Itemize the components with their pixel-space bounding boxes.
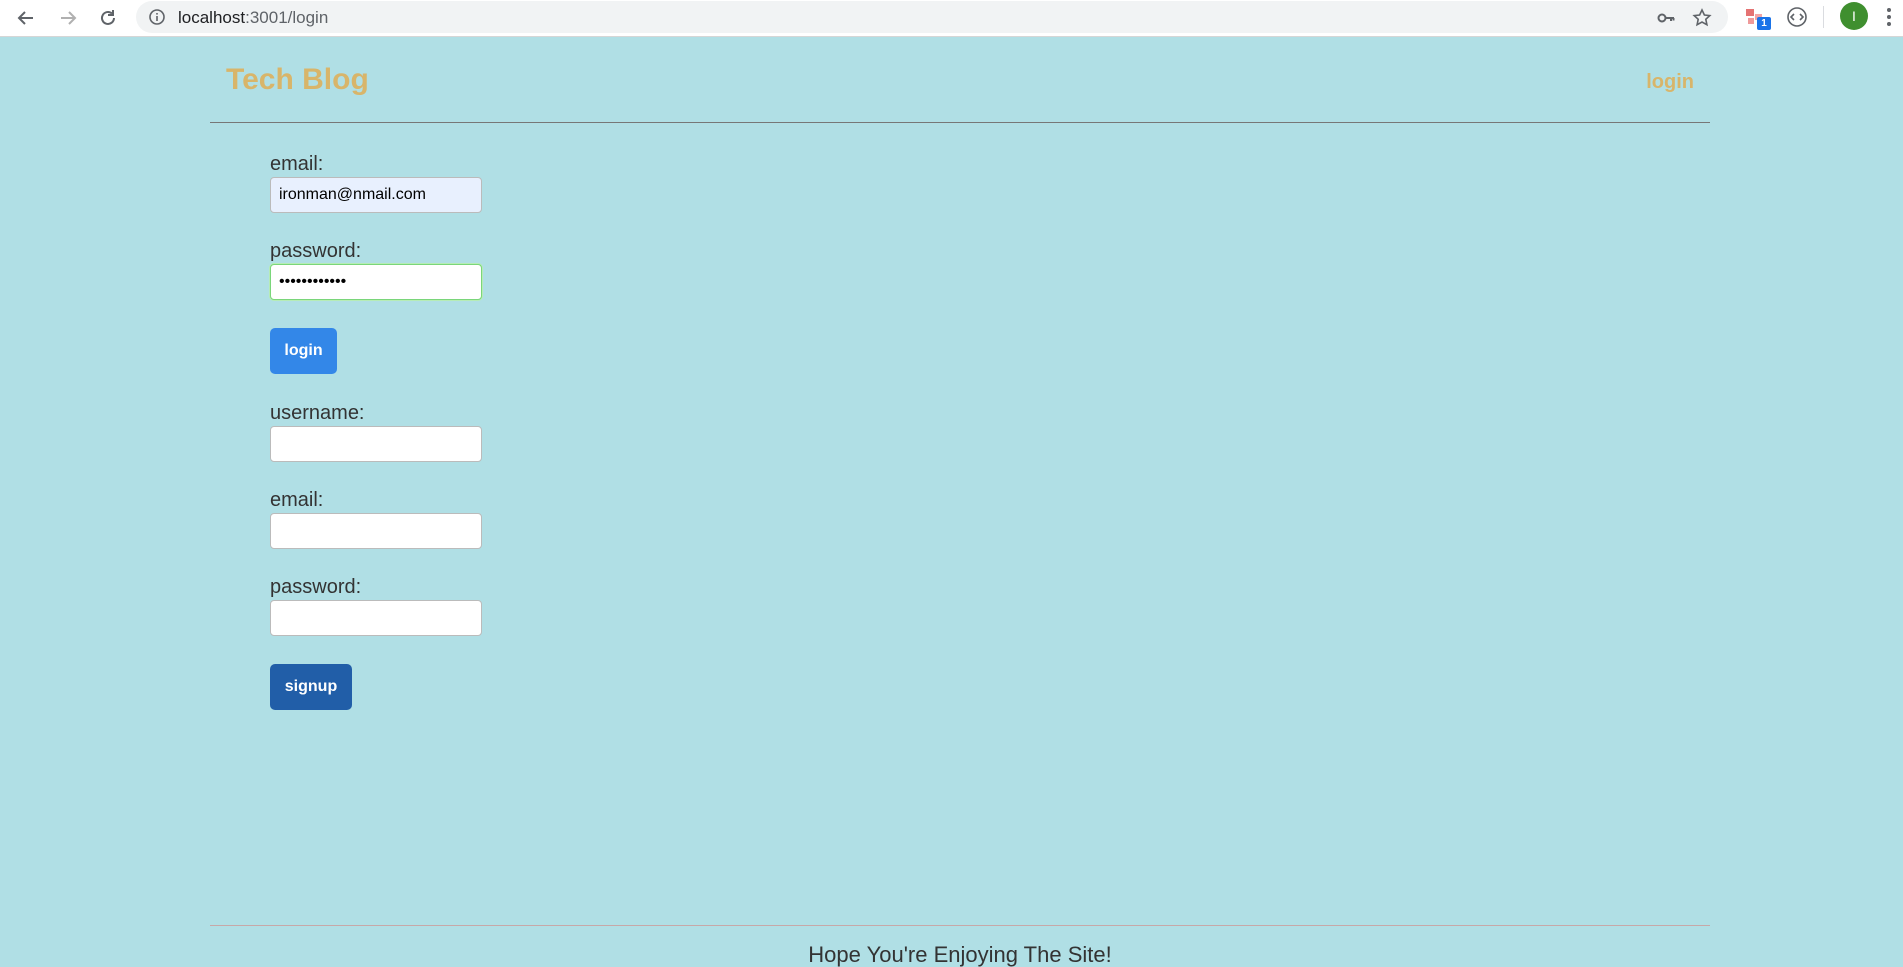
site-brand[interactable]: Tech Blog bbox=[226, 63, 369, 97]
signup-username-label: username: bbox=[270, 402, 365, 424]
login-email-input[interactable]: ironman@nmail.com bbox=[270, 177, 482, 213]
footer-divider bbox=[210, 925, 1710, 926]
browser-toolbar: localhost:3001/login 1 I bbox=[0, 0, 1903, 37]
signup-username-input[interactable] bbox=[270, 426, 482, 462]
back-arrow-icon[interactable] bbox=[12, 4, 40, 32]
extension-badge: 1 bbox=[1757, 17, 1771, 30]
footer-text: Hope You're Enjoying The Site! bbox=[808, 942, 1112, 967]
signup-button[interactable]: signup bbox=[270, 664, 352, 710]
login-email-label: email: bbox=[270, 153, 324, 175]
url-text: localhost:3001/login bbox=[178, 8, 329, 27]
code-icon[interactable] bbox=[1785, 5, 1809, 29]
menu-dots-icon[interactable] bbox=[1884, 4, 1894, 30]
star-icon[interactable] bbox=[1692, 8, 1712, 28]
nav-login-link[interactable]: login bbox=[1646, 71, 1694, 94]
login-password-input[interactable]: •••••••••••• bbox=[270, 264, 482, 300]
forward-arrow-icon[interactable] bbox=[54, 4, 82, 32]
signup-email-input[interactable] bbox=[270, 513, 482, 549]
signup-password-label: password: bbox=[270, 576, 362, 598]
login-password-label: password: bbox=[270, 240, 362, 262]
site-header: Tech Blog login bbox=[210, 37, 1710, 123]
avatar[interactable]: I bbox=[1840, 2, 1868, 30]
login-button[interactable]: login bbox=[270, 328, 337, 374]
reload-icon[interactable] bbox=[94, 4, 122, 32]
key-icon[interactable] bbox=[1656, 8, 1676, 28]
info-icon[interactable] bbox=[148, 8, 166, 26]
signup-email-label: email: bbox=[270, 489, 324, 511]
toolbar-divider bbox=[1823, 6, 1824, 28]
address-bar[interactable]: localhost:3001/login bbox=[136, 1, 1728, 33]
signup-password-input[interactable] bbox=[270, 600, 482, 636]
